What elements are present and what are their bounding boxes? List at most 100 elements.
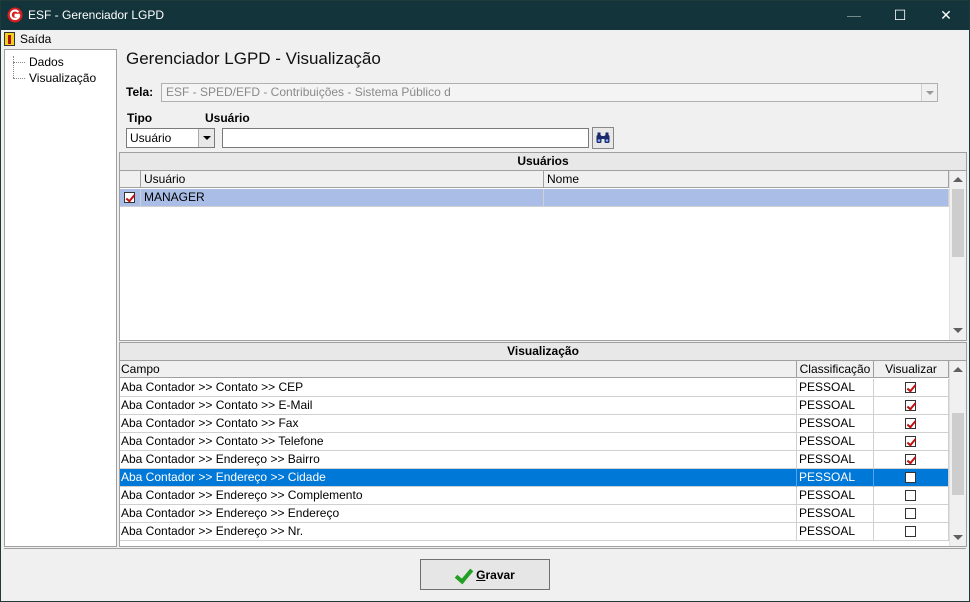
users-panel-title: Usuários	[120, 153, 966, 171]
campo-cell: Aba Contador >> Endereço >> Nr.	[120, 523, 797, 541]
window-title: ESF - Gerenciador LGPD	[28, 8, 165, 22]
visual-grid-header: Campo Classificação Visualizar	[120, 361, 949, 378]
table-row[interactable]: MANAGER	[120, 189, 949, 207]
tree-item-label: Visualização	[29, 71, 97, 85]
maximize-button[interactable]: ☐	[877, 1, 923, 30]
classificacao-cell: PESSOAL	[797, 433, 874, 451]
close-button[interactable]: ✕	[923, 1, 969, 30]
visualizacao-panel: Visualização Campo Classificação Visuali…	[119, 342, 967, 547]
campo-cell: Aba Contador >> Contato >> CEP	[120, 379, 797, 397]
table-row[interactable]: Aba Contador >> Endereço >> Complemento P…	[120, 487, 949, 505]
scroll-down-icon[interactable]	[953, 328, 963, 333]
scroll-up-icon[interactable]	[953, 367, 963, 372]
table-row[interactable]: Aba Contador >> Endereço >> Endereço PESS…	[120, 505, 949, 523]
visualizar-cell	[874, 451, 949, 469]
visualizar-cell	[874, 397, 949, 415]
classificacao-cell: PESSOAL	[797, 487, 874, 505]
visualizar-checkbox[interactable]	[905, 490, 916, 501]
visualizar-checkbox[interactable]	[905, 472, 916, 483]
visualizar-checkbox[interactable]	[905, 436, 916, 447]
app-window: ESF - Gerenciador LGPD — ☐ ✕ Saída Dados…	[0, 0, 970, 602]
chevron-down-icon[interactable]	[921, 84, 937, 101]
usuario-label: Usuário	[205, 111, 250, 125]
binoculars-icon	[596, 132, 610, 143]
tela-select[interactable]: ESF - SPED/EFD - Contribuições - Sistema…	[161, 83, 938, 102]
chevron-down-icon[interactable]	[198, 129, 214, 147]
classificacao-cell: PESSOAL	[797, 469, 874, 487]
tree-item-label: Dados	[29, 55, 64, 69]
visualizar-checkbox[interactable]	[905, 526, 916, 537]
exit-door-icon	[4, 32, 15, 46]
table-row[interactable]: Aba Contador >> Contato >> E-Mail PESSOAL	[120, 397, 949, 415]
classificacao-cell: PESSOAL	[797, 379, 874, 397]
visualizar-checkbox[interactable]	[905, 454, 916, 465]
menu-exit[interactable]: Saída	[4, 31, 51, 47]
campo-cell: Aba Contador >> Endereço >> Cidade	[120, 469, 797, 487]
campo-cell: Aba Contador >> Contato >> Telefone	[120, 433, 797, 451]
table-row[interactable]: Aba Contador >> Contato >> Telefone PESSO…	[120, 433, 949, 451]
visualizar-checkbox[interactable]	[905, 508, 916, 519]
classificacao-cell: PESSOAL	[797, 505, 874, 523]
visual-header-campo[interactable]: Campo	[120, 361, 797, 378]
visual-header-classificacao[interactable]: Classificação	[797, 361, 874, 378]
classificacao-cell: PESSOAL	[797, 397, 874, 415]
scroll-up-icon[interactable]	[953, 177, 963, 182]
campo-cell: Aba Contador >> Contato >> Fax	[120, 415, 797, 433]
visualizar-cell	[874, 523, 949, 541]
menu-exit-label: Saída	[20, 32, 52, 46]
campo-cell: Aba Contador >> Endereço >> Complemento	[120, 487, 797, 505]
campo-cell: Aba Contador >> Endereço >> Endereço	[120, 505, 797, 523]
title-bar[interactable]: ESF - Gerenciador LGPD — ☐ ✕	[1, 1, 969, 30]
visualizar-cell	[874, 433, 949, 451]
navigation-tree: Dados Visualização	[4, 49, 117, 547]
tipo-label: Tipo	[127, 111, 153, 125]
tree-item-dados[interactable]: Dados	[13, 55, 64, 69]
users-grid-header: Usuário Nome	[120, 171, 949, 188]
gravar-label: Gravar	[476, 567, 515, 582]
tipo-select[interactable]: Usuário	[126, 128, 215, 148]
tree-item-visualizacao[interactable]: Visualização	[13, 71, 96, 85]
user-fullname-cell	[544, 189, 949, 207]
scroll-thumb[interactable]	[952, 413, 964, 495]
scroll-thumb[interactable]	[952, 189, 964, 257]
app-logo-icon	[7, 7, 23, 23]
table-row[interactable]: Aba Contador >> Endereço >> Cidade PESSOA…	[120, 469, 949, 487]
visualizar-cell	[874, 379, 949, 397]
search-button[interactable]	[592, 127, 614, 149]
visualizar-checkbox[interactable]	[905, 400, 916, 411]
tela-select-value: ESF - SPED/EFD - Contribuições - Sistema…	[166, 85, 451, 99]
table-row[interactable]: Aba Contador >> Endereço >> Bairro PESSOA…	[120, 451, 949, 469]
classificacao-cell: PESSOAL	[797, 415, 874, 433]
table-row[interactable]: Aba Contador >> Endereço >> Nr. PESSOAL	[120, 523, 949, 541]
users-header-nome[interactable]: Nome	[544, 171, 949, 188]
minimize-button[interactable]: —	[831, 1, 877, 30]
tipo-select-value: Usuário	[130, 131, 172, 145]
classificacao-cell: PESSOAL	[797, 523, 874, 541]
campo-cell: Aba Contador >> Endereço >> Bairro	[120, 451, 797, 469]
users-header-usuario[interactable]: Usuário	[141, 171, 544, 188]
page-title: Gerenciador LGPD - Visualização	[126, 49, 381, 68]
visual-vertical-scrollbar[interactable]	[949, 361, 966, 546]
checkmark-icon	[455, 568, 471, 582]
usuario-search-input[interactable]	[222, 128, 589, 148]
visualizar-checkbox[interactable]	[905, 382, 916, 393]
visualizar-cell	[874, 487, 949, 505]
visualizar-cell	[874, 505, 949, 523]
visualizar-cell	[874, 415, 949, 433]
table-row[interactable]: Aba Contador >> Contato >> CEP PESSOAL	[120, 379, 949, 397]
visualizar-checkbox[interactable]	[905, 418, 916, 429]
campo-cell: Aba Contador >> Contato >> E-Mail	[120, 397, 797, 415]
visualizar-cell	[874, 469, 949, 487]
users-vertical-scrollbar[interactable]	[949, 171, 966, 340]
scroll-down-icon[interactable]	[953, 535, 963, 540]
user-name-cell: MANAGER	[141, 189, 544, 207]
classificacao-cell: PESSOAL	[797, 451, 874, 469]
users-header-indicator	[120, 171, 141, 188]
menu-bar: Saída	[1, 30, 969, 48]
users-panel: Usuários Usuário Nome MANAGER	[119, 152, 967, 341]
visual-header-visualizar[interactable]: Visualizar	[874, 361, 949, 378]
gravar-button[interactable]: Gravar	[420, 559, 550, 590]
table-row[interactable]: Aba Contador >> Contato >> Fax PESSOAL	[120, 415, 949, 433]
row-checkbox[interactable]	[124, 192, 135, 203]
tela-label: Tela:	[126, 85, 154, 99]
